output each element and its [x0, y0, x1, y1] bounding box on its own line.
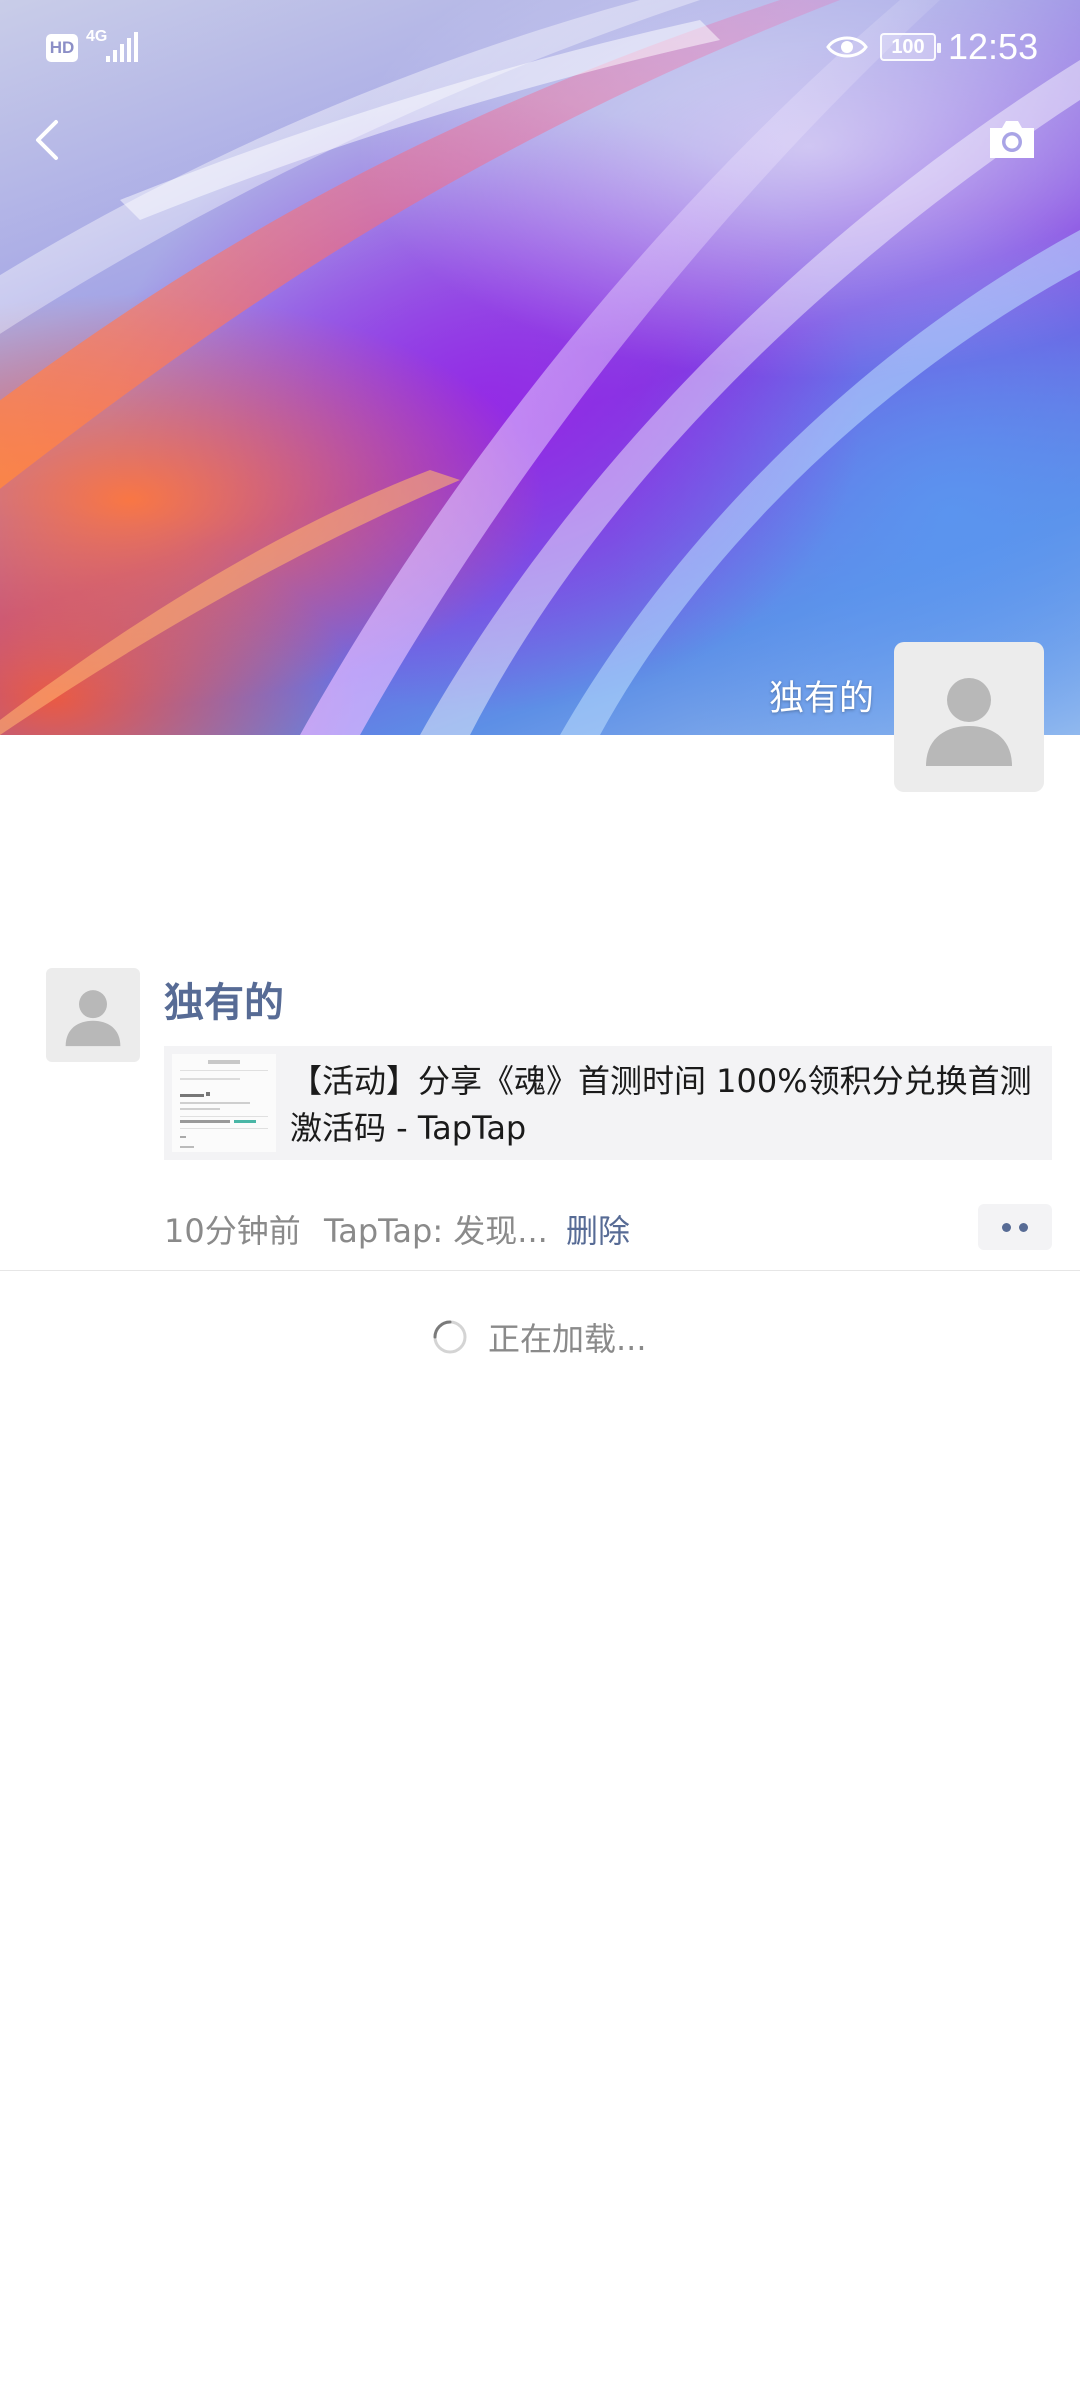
cover-artwork — [0, 0, 1080, 735]
more-dots-icon[interactable] — [978, 1204, 1052, 1250]
post-source[interactable]: TapTap: 发现... — [324, 1206, 548, 1252]
battery-icon: 100 — [880, 33, 941, 61]
post-author[interactable]: 独有的 — [164, 970, 284, 1028]
default-avatar-icon — [926, 678, 1012, 766]
profile-name: 独有的 — [768, 679, 874, 719]
divider — [0, 1270, 1080, 1271]
post-timestamp: 10分钟前 — [164, 1212, 301, 1250]
profile-avatar[interactable] — [894, 642, 1044, 792]
link-title: 【活动】分享《魂》首测时间 100%领积分兑换首测激活码 - TapTap — [290, 1062, 1032, 1147]
clock: 12:53 — [948, 26, 1039, 67]
delete-button[interactable]: 删除 — [566, 1206, 630, 1252]
default-avatar-icon — [65, 990, 121, 1047]
cover-image[interactable]: HD 4G 100 12:53 独有的 — [0, 0, 1080, 735]
post-avatar[interactable] — [46, 968, 140, 1062]
link-thumbnail — [172, 1054, 276, 1152]
camera-icon[interactable] — [986, 116, 1038, 162]
shared-link-card[interactable]: 【活动】分享《魂》首测时间 100%领积分兑换首测激活码 - TapTap — [164, 1046, 1052, 1160]
spinner-icon — [433, 1320, 467, 1354]
status-bar: HD 4G 100 12:53 — [0, 0, 1080, 100]
dot — [1019, 1222, 1028, 1232]
loading-text: 正在加载... — [488, 1320, 647, 1358]
hd-icon: HD — [46, 34, 78, 62]
chevron-left-icon[interactable] — [24, 110, 70, 170]
dot — [1002, 1222, 1011, 1232]
eye-icon — [826, 36, 868, 58]
signal-icon — [106, 32, 138, 62]
loading-indicator: 正在加载... — [430, 1314, 647, 1360]
webpage-thumbnail-icon — [172, 1054, 276, 1152]
